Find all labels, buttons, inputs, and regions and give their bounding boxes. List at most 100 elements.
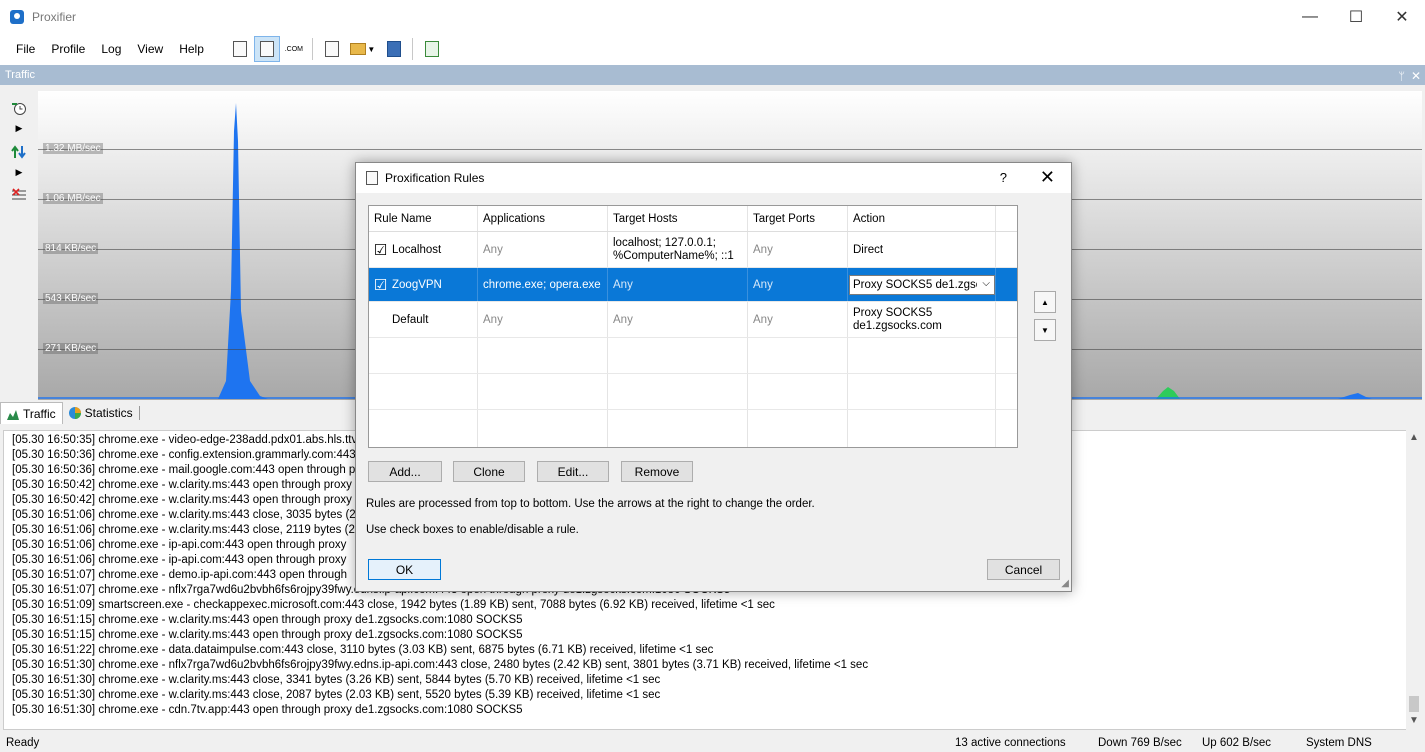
menu-help[interactable]: Help: [171, 42, 212, 56]
column-rule-name[interactable]: Rule Name: [369, 206, 478, 231]
proxification-rules-icon: [259, 41, 274, 57]
ok-button[interactable]: OK: [368, 559, 441, 580]
empty-row: [369, 338, 1017, 374]
graph-scale-label: 1.06 MB/sec: [43, 193, 103, 204]
status-connections: 13 active connections: [955, 737, 1066, 749]
column-filler: [996, 206, 1017, 231]
up-down-arrows-icon[interactable]: [10, 143, 28, 161]
log-line: [05.30 16:51:22] chrome.exe - data.datai…: [12, 644, 714, 656]
log-line: [05.30 16:51:15] chrome.exe - w.clarity.…: [12, 629, 523, 641]
clone-rule-button[interactable]: Clone: [453, 461, 525, 482]
proxification-rules-dialog: Proxification Rules ? ✕ Rule Name Applic…: [355, 162, 1072, 592]
rule-enabled-checkbox[interactable]: ☑: [374, 242, 387, 259]
save-profile-button[interactable]: [381, 36, 407, 62]
rule-target-ports: Any: [748, 302, 848, 337]
rule-row-localhost[interactable]: ☑ Localhost Any localhost; 127.0.0.1; %Co…: [369, 232, 1017, 268]
edit-rule-button[interactable]: Edit...: [537, 461, 609, 482]
window-title: Proxifier: [32, 9, 77, 24]
log-line: [05.30 16:51:30] chrome.exe - cdn.7tv.ap…: [12, 704, 523, 716]
pie-chart-icon: [68, 407, 81, 419]
proxification-rules-icon: [366, 171, 378, 185]
rule-target-ports: Any: [748, 268, 848, 301]
gridline: [38, 149, 1422, 150]
column-target-hosts[interactable]: Target Hosts: [608, 206, 748, 231]
rule-target-hosts: Any: [608, 268, 748, 301]
proxification-rules-button[interactable]: [253, 36, 280, 62]
rules-checkbox-note: Use check boxes to enable/disable a rule…: [366, 524, 579, 536]
save-profile-icon: [386, 41, 401, 57]
play-arrow-icon[interactable]: ▶: [10, 163, 28, 181]
panel-close-icon[interactable]: ✕: [1411, 66, 1421, 86]
tab-statistics-label: Statistics: [84, 406, 133, 420]
rule-row-default[interactable]: Default Any Any Any Proxy SOCKS5 de1.zgso…: [369, 302, 1017, 338]
tab-statistics[interactable]: Statistics: [63, 402, 139, 424]
tab-traffic[interactable]: Traffic: [0, 402, 63, 424]
graph-side-toolbar: ▶ ▶: [0, 85, 38, 400]
add-rule-button[interactable]: Add...: [368, 461, 442, 482]
menu-profile[interactable]: Profile: [43, 42, 93, 56]
play-arrow-icon[interactable]: ▶: [10, 119, 28, 137]
pin-icon[interactable]: ᛘ: [1398, 67, 1405, 87]
rule-row-zoogvpn[interactable]: ☑ ZoogVPN chrome.exe; opera.exe Any Any …: [369, 268, 1017, 302]
scroll-thumb[interactable]: [1409, 696, 1419, 712]
status-upload-rate: Up 602 B/sec: [1202, 737, 1272, 749]
rules-order-note: Rules are processed from top to bottom. …: [366, 498, 815, 510]
status-dns: System DNS: [1306, 737, 1372, 749]
rule-action-line: de1.zgsocks.com: [853, 319, 942, 332]
tab-separator: [138, 406, 140, 420]
open-profile-button[interactable]: ▼: [346, 36, 380, 62]
empty-row: [369, 410, 1017, 447]
log-line: [05.30 16:51:30] chrome.exe - w.clarity.…: [12, 674, 661, 686]
rule-target-ports: Any: [748, 232, 848, 267]
menu-log[interactable]: Log: [93, 42, 129, 56]
close-window-button[interactable]: ✕: [1379, 0, 1425, 33]
rule-action-line: Proxy SOCKS5: [853, 306, 933, 319]
column-applications[interactable]: Applications: [478, 206, 608, 231]
remove-rule-button[interactable]: Remove: [621, 461, 693, 482]
menu-file[interactable]: File: [0, 42, 43, 56]
column-action[interactable]: Action: [848, 206, 996, 231]
log-line: [05.30 16:51:30] chrome.exe - nflx7rga7w…: [12, 659, 869, 671]
graph-scale-label: 543 KB/sec: [43, 293, 99, 304]
log-line: [05.30 16:51:30] chrome.exe - w.clarity.…: [12, 689, 661, 701]
scroll-up-icon[interactable]: ▲: [1409, 432, 1419, 443]
rule-name: ZoogVPN: [392, 278, 442, 291]
dialog-title: Proxification Rules: [385, 171, 485, 185]
traffic-panel-header: Traffic ᛘ ✕: [0, 65, 1425, 85]
time-scale-icon[interactable]: [10, 99, 28, 117]
scroll-down-icon[interactable]: ▼: [1409, 715, 1419, 726]
traffic-panel-title: Traffic: [5, 69, 35, 81]
clear-graph-icon[interactable]: [10, 186, 28, 204]
help-button[interactable]: ?: [1000, 170, 1007, 185]
move-rule-down-button[interactable]: ▼: [1034, 319, 1056, 341]
rule-applications: Any: [478, 302, 608, 337]
new-profile-button[interactable]: [319, 36, 345, 62]
rule-action-value: Proxy SOCKS5 de1.zgsocks.com: [853, 278, 977, 291]
maximize-button[interactable]: ☐: [1333, 0, 1379, 33]
toolbar-separator: [311, 38, 313, 60]
name-resolution-button[interactable]: .COM: [281, 36, 307, 62]
tab-traffic-label: Traffic: [23, 406, 56, 421]
toolbar-separator: [411, 38, 413, 60]
rule-enabled-checkbox[interactable]: ☑: [374, 277, 387, 294]
empty-row: [369, 374, 1017, 410]
rule-action: Proxy SOCKS5 de1.zgsocks.com: [848, 302, 996, 337]
log-scrollbar[interactable]: ▲ ▼: [1406, 430, 1422, 730]
minimize-button[interactable]: —: [1287, 0, 1333, 33]
move-rule-up-button[interactable]: ▲: [1034, 291, 1056, 313]
menu-view[interactable]: View: [129, 42, 171, 56]
clipboard-button[interactable]: [419, 36, 445, 62]
dialog-title-bar: Proxification Rules ? ✕: [356, 163, 1071, 193]
cancel-button[interactable]: Cancel: [987, 559, 1060, 580]
resize-grip-icon[interactable]: ◢: [1061, 578, 1069, 589]
rule-name: Default: [369, 302, 478, 337]
rule-action-select[interactable]: Proxy SOCKS5 de1.zgsocks.com ⌵: [849, 274, 995, 295]
clipboard-icon: [424, 41, 439, 57]
rule-applications: chrome.exe; opera.exe: [478, 268, 608, 301]
rule-target-hosts-line: %ComputerName%; ::1: [613, 249, 734, 262]
chevron-down-icon: ▼: [367, 44, 376, 54]
column-target-ports[interactable]: Target Ports: [748, 206, 848, 231]
proxy-servers-icon: [232, 41, 247, 57]
proxy-servers-button[interactable]: [227, 36, 253, 62]
dialog-close-button[interactable]: ✕: [1040, 167, 1055, 188]
